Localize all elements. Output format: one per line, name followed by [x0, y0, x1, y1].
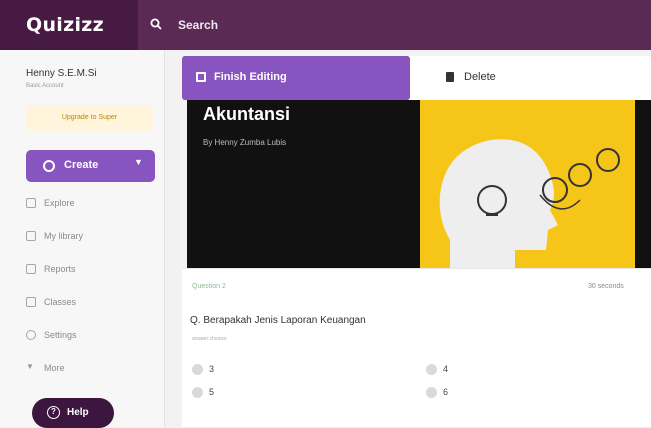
sidebar: Henny S.E.M.Si Basic Account Upgrade to … [0, 50, 165, 428]
upgrade-button[interactable]: Upgrade to Super [26, 105, 153, 131]
help-label: Help [67, 407, 89, 418]
sidebar-item-label: Explore [44, 198, 75, 208]
sidebar-item-label: My library [44, 231, 84, 241]
library-icon [26, 231, 36, 241]
quiz-title: Akuntansi [203, 104, 291, 124]
quiz-editor: Akuntansi By Henny Zumba Lubis Finish Ed… [165, 50, 651, 427]
delete-button[interactable]: Delete [434, 56, 584, 100]
sidebar-item-label: Classes [44, 297, 77, 307]
option-text: 6 [443, 387, 449, 397]
sidebar-item-settings[interactable]: Settings [26, 327, 146, 345]
compass-icon [26, 198, 36, 208]
sidebar-item-explore[interactable]: Explore [26, 195, 146, 213]
sidebar-item-label: More [44, 363, 65, 373]
search-bar[interactable]: Search [138, 0, 651, 50]
question-mark-icon: ? [47, 406, 60, 419]
sidebar-item-classes[interactable]: Classes [26, 294, 146, 312]
create-label: Create [64, 159, 99, 171]
delete-label: Delete [464, 71, 496, 83]
cover-illustration [420, 100, 635, 290]
option-text: 5 [209, 387, 215, 397]
option-text: 4 [443, 364, 449, 374]
question-number-badge: Question 2 [192, 283, 226, 290]
answer-option: 4 [426, 363, 626, 377]
trash-icon [446, 72, 454, 82]
option-indicator-icon [426, 364, 437, 375]
answer-option: 5 [192, 386, 392, 400]
sidebar-item-reports[interactable]: Reports [26, 261, 146, 279]
editor-action-bar: Finish Editing Delete [182, 56, 651, 100]
option-indicator-icon [192, 387, 203, 398]
option-indicator-icon [192, 364, 203, 375]
sidebar-item-more[interactable]: ▼ More [26, 360, 146, 378]
search-icon [150, 18, 162, 30]
question-time-limit: 30 seconds [588, 283, 624, 290]
classes-icon [26, 297, 36, 307]
option-text: 3 [209, 364, 215, 374]
sidebar-item-label: Settings [44, 330, 77, 340]
help-button[interactable]: ? Help [32, 398, 114, 428]
sidebar-item-label: Reports [44, 264, 76, 274]
quizizz-logo[interactable]: Quizizz [26, 14, 104, 36]
chevron-down-icon: ▼ [26, 362, 34, 371]
question-card[interactable]: Question 2 30 seconds Q. Berapakah Jenis… [182, 268, 651, 427]
option-indicator-icon [426, 387, 437, 398]
answer-option: 3 [192, 363, 392, 377]
chevron-down-icon: ▼ [134, 157, 143, 167]
finish-editing-button[interactable]: Finish Editing [182, 56, 410, 100]
quiz-author: By Henny Zumba Lubis [203, 138, 287, 147]
user-name: Henny S.E.M.Si [26, 68, 97, 79]
edit-icon [196, 72, 206, 82]
create-button[interactable]: Create ▼ [26, 150, 155, 182]
answer-option: 6 [426, 386, 626, 400]
reports-icon [26, 264, 36, 274]
plus-icon [43, 160, 55, 172]
answer-choices-label: answer choices [192, 336, 227, 342]
search-input[interactable]: Search [178, 18, 218, 32]
gear-icon [26, 330, 36, 340]
sidebar-item-my-library[interactable]: My library [26, 228, 146, 246]
top-navigation-bar: Quizizz Search [0, 0, 651, 50]
finish-editing-label: Finish Editing [214, 71, 287, 83]
user-account-type: Basic Account [26, 83, 64, 89]
question-text: Q. Berapakah Jenis Laporan Keuangan [190, 315, 366, 326]
